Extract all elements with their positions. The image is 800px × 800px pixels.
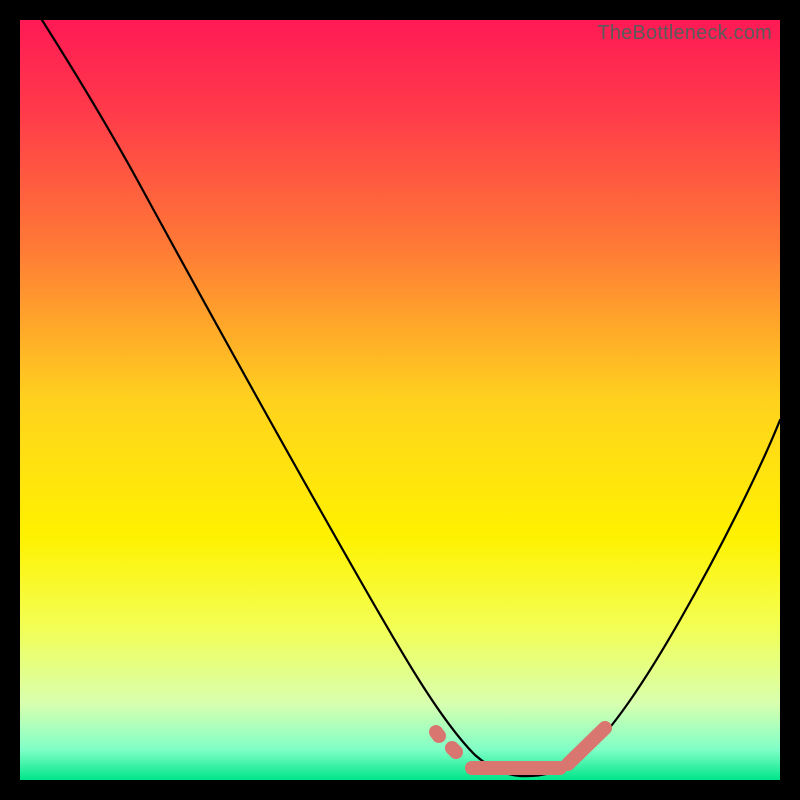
chart-frame: TheBottleneck.com: [20, 20, 780, 780]
watermark-text: TheBottleneck.com: [597, 22, 772, 45]
bottleneck-chart: [20, 20, 780, 780]
gradient-background: [20, 20, 780, 780]
